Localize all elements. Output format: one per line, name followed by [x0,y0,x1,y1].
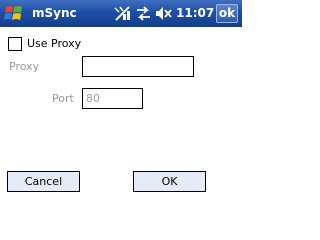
clock[interactable]: 11:07 [176,6,214,20]
title-bar: mSync 11:07 ok [0,0,242,27]
proxy-input[interactable] [82,56,194,77]
cancel-button[interactable]: Cancel [7,171,80,192]
proxy-label: Proxy [9,60,40,73]
port-label: Port [52,92,74,105]
use-proxy-checkbox[interactable] [8,37,22,51]
ok-button[interactable]: OK [133,171,206,192]
sync-icon[interactable] [135,5,152,22]
app-title: mSync [32,6,77,20]
signal-icon[interactable] [113,5,132,22]
volume-icon[interactable] [155,5,173,22]
use-proxy-label[interactable]: Use Proxy [27,37,81,50]
windows-start-icon[interactable] [4,4,25,23]
title-ok-button[interactable]: ok [216,4,238,23]
port-input[interactable]: 80 [82,88,143,109]
